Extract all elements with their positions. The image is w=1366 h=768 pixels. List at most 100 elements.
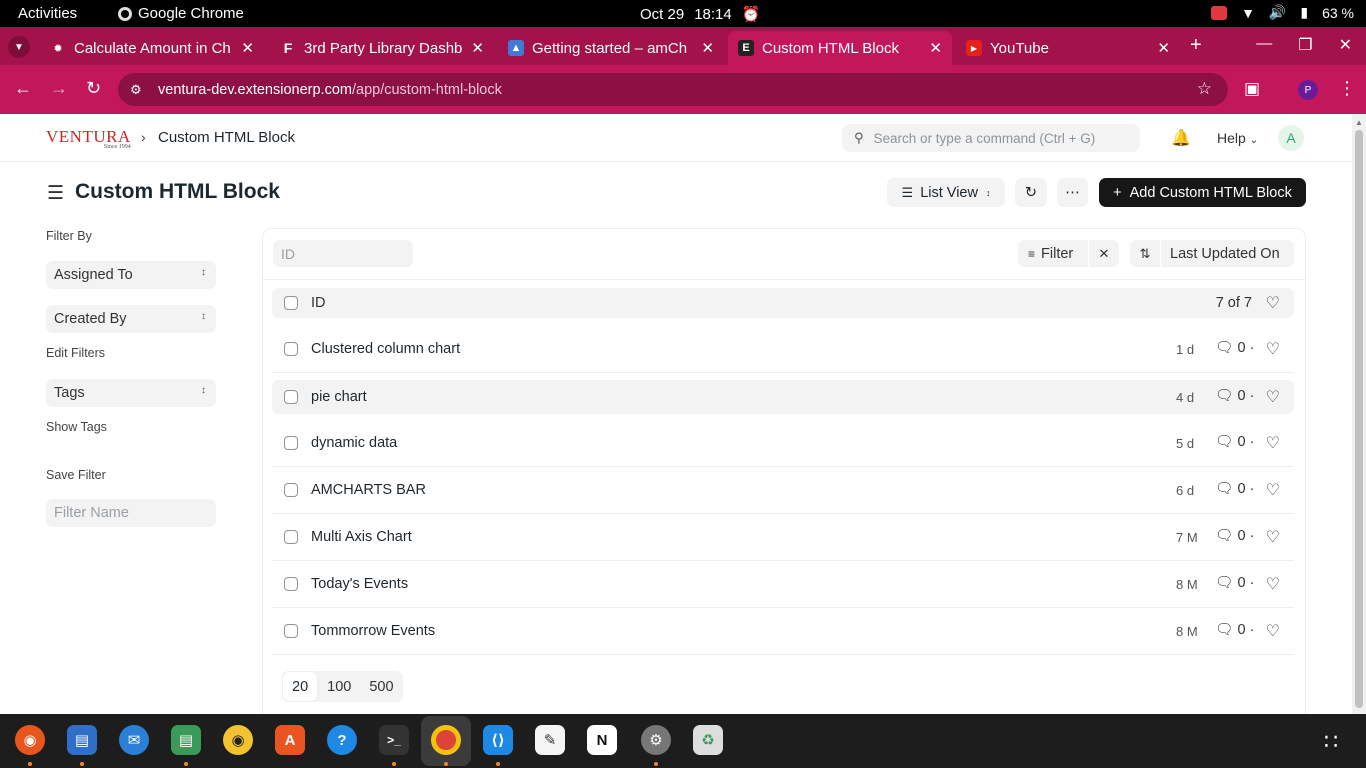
filter-button[interactable]: ≡ Filter	[1018, 240, 1088, 267]
site-info-icon[interactable]: ⚙	[130, 82, 148, 98]
files-icon[interactable]: ▤	[171, 725, 201, 755]
sort-by-button[interactable]: Last Updated On	[1161, 240, 1294, 267]
thunderbird-icon[interactable]: ✉	[119, 725, 149, 755]
firefox-icon[interactable]: ◉	[15, 725, 45, 755]
settings-icon[interactable]: ⚙	[641, 725, 671, 755]
help-icon[interactable]: ?	[327, 725, 357, 755]
profile-avatar[interactable]: P	[1298, 80, 1318, 100]
app-center-icon[interactable]: A	[275, 725, 305, 755]
refresh-button[interactable]: ↻	[1015, 178, 1047, 207]
add-custom-html-block-button[interactable]: + Add Custom HTML Block	[1099, 178, 1306, 207]
clear-filter-button[interactable]: ✕	[1089, 240, 1119, 267]
ventura-logo[interactable]: VENTURA Since 1994	[46, 127, 131, 150]
list-row[interactable]: AMCHARTS BAR 6 d 🗨 0 · ♡	[272, 467, 1294, 514]
forward-icon[interactable]: →	[50, 78, 68, 99]
close-icon[interactable]: ✕	[929, 39, 942, 57]
reload-icon[interactable]: ↻	[86, 78, 101, 99]
row-title[interactable]: AMCHARTS BAR	[311, 482, 426, 498]
page-size-100[interactable]: 100	[318, 671, 360, 702]
select-all-checkbox[interactable]	[284, 296, 298, 310]
page-scrollbar[interactable]: ▲	[1352, 114, 1366, 714]
notion-icon[interactable]: N	[587, 725, 617, 755]
help-dropdown[interactable]: Help ⌄	[1217, 130, 1258, 146]
terminal-icon[interactable]: >_	[379, 725, 409, 755]
list-view-switcher[interactable]: ☰ List View ↕	[887, 178, 1005, 207]
new-tab-button[interactable]: +	[1190, 34, 1202, 57]
row-checkbox[interactable]	[284, 483, 298, 497]
tab-youtube[interactable]: ▶ YouTube ✕	[956, 31, 1180, 65]
heart-icon[interactable]: ♡	[1266, 574, 1280, 594]
clock[interactable]: Oct 29 18:14 ⏰	[640, 5, 760, 24]
screen-record-icon[interactable]	[1211, 5, 1228, 20]
activities-button[interactable]: Activities	[18, 5, 77, 22]
show-apps-icon[interactable]: ∷	[1324, 729, 1338, 755]
notification-bell-icon[interactable]: 🔔	[1171, 128, 1191, 148]
tab-3rd-party-library[interactable]: F 3rd Party Library Dashb ✕	[270, 31, 494, 65]
list-row[interactable]: Today's Events 8 M 🗨 0 · ♡	[272, 561, 1294, 608]
extensions-icon[interactable]: ▣	[1244, 79, 1260, 99]
rhythmbox-icon[interactable]: ◉	[223, 725, 253, 755]
close-icon[interactable]: ✕	[701, 39, 714, 57]
address-bar[interactable]: ⚙ ventura-dev.extensionerp.com/app/custo…	[118, 73, 1228, 106]
writer-icon[interactable]: ▤	[67, 725, 97, 755]
row-checkbox[interactable]	[284, 436, 298, 450]
text-editor-icon[interactable]: ✎	[535, 725, 565, 755]
row-title[interactable]: pie chart	[311, 389, 367, 405]
row-checkbox[interactable]	[284, 342, 298, 356]
app-menu[interactable]: Google Chrome	[118, 5, 244, 22]
id-filter-input[interactable]: ID	[273, 240, 413, 267]
edit-filters-link[interactable]: Edit Filters	[46, 346, 105, 360]
breadcrumb[interactable]: Custom HTML Block	[158, 129, 295, 146]
close-icon[interactable]: ✕	[241, 39, 254, 57]
row-checkbox[interactable]	[284, 530, 298, 544]
sort-order-button[interactable]: ⇅	[1130, 240, 1160, 267]
row-checkbox[interactable]	[284, 624, 298, 638]
assigned-to-dropdown[interactable]: Assigned To ↕	[46, 261, 216, 289]
tab-custom-html-block[interactable]: E Custom HTML Block ✕	[728, 31, 952, 65]
awesomebar-search[interactable]: ⚲ Search or type a command (Ctrl + G)	[842, 124, 1140, 152]
row-title[interactable]: dynamic data	[311, 435, 397, 451]
heart-icon[interactable]: ♡	[1266, 621, 1280, 641]
vscode-icon[interactable]: ⟨⟩	[483, 725, 513, 755]
list-row[interactable]: Clustered column chart 1 d 🗨 0 · ♡	[272, 326, 1294, 373]
list-row[interactable]: Tommorrow Events 8 M 🗨 0 · ♡	[272, 608, 1294, 655]
row-checkbox[interactable]	[284, 577, 298, 591]
search-input[interactable]: Search or type a command (Ctrl + G)	[874, 131, 1096, 146]
tab-search-button[interactable]: ▼	[8, 36, 30, 58]
chrome-icon[interactable]	[431, 725, 461, 755]
row-checkbox[interactable]	[284, 390, 298, 404]
list-row[interactable]: dynamic data 5 d 🗨 0 · ♡	[272, 420, 1294, 467]
tab-calculate-amount[interactable]: ✹ Calculate Amount in Ch ✕	[40, 31, 264, 65]
more-actions-button[interactable]: ⋯	[1057, 178, 1088, 207]
scroll-up-icon[interactable]: ▲	[1355, 118, 1363, 127]
page-size-500[interactable]: 500	[360, 671, 402, 702]
minimize-icon[interactable]: —	[1256, 35, 1272, 55]
maximize-icon[interactable]: ❐	[1298, 35, 1312, 55]
heart-icon[interactable]: ♡	[1266, 293, 1280, 313]
list-row[interactable]: Multi Axis Chart 7 M 🗨 0 · ♡	[272, 514, 1294, 561]
tab-getting-started-amcharts[interactable]: ▲ Getting started – amCh ✕	[498, 31, 724, 65]
system-tray[interactable]: ▼ 🔊 ▮ 63 %	[1211, 4, 1354, 21]
scrollbar-thumb[interactable]	[1355, 130, 1363, 708]
close-window-icon[interactable]: ✕	[1339, 35, 1352, 55]
filter-name-input[interactable]: Filter Name	[46, 499, 216, 527]
close-icon[interactable]: ✕	[1157, 39, 1170, 57]
close-icon[interactable]: ✕	[471, 39, 484, 57]
user-avatar[interactable]: A	[1278, 125, 1304, 151]
created-by-dropdown[interactable]: Created By ↕	[46, 305, 216, 333]
row-title[interactable]: Today's Events	[311, 576, 408, 592]
back-icon[interactable]: ←	[14, 78, 32, 99]
trash-icon[interactable]: ♻	[693, 725, 723, 755]
bookmark-star-icon[interactable]: ☆	[1197, 79, 1212, 99]
page-size-20[interactable]: 20	[282, 671, 319, 702]
heart-icon[interactable]: ♡	[1266, 527, 1280, 547]
row-title[interactable]: Multi Axis Chart	[311, 529, 412, 545]
show-tags-link[interactable]: Show Tags	[46, 420, 107, 434]
heart-icon[interactable]: ♡	[1266, 339, 1280, 359]
sidebar-toggle-icon[interactable]: ☰	[47, 182, 64, 205]
row-title[interactable]: Tommorrow Events	[311, 623, 435, 639]
row-title[interactable]: Clustered column chart	[311, 341, 460, 357]
list-row[interactable]: pie chart 4 d 🗨 0 · ♡	[272, 380, 1294, 414]
heart-icon[interactable]: ♡	[1266, 387, 1280, 407]
heart-icon[interactable]: ♡	[1266, 433, 1280, 453]
